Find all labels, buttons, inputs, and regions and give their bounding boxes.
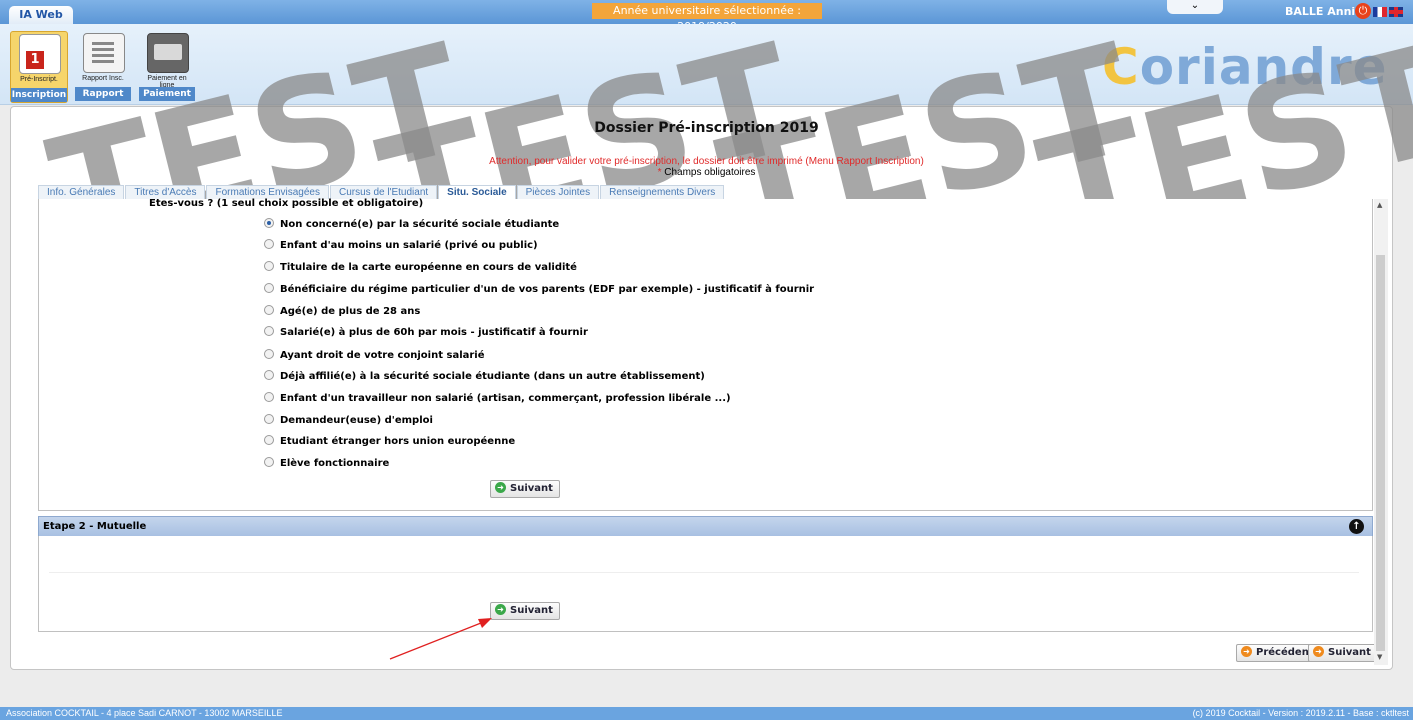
footer-version: (c) 2019 Cocktail - Version : 2019.2.11 … <box>1192 708 1409 718</box>
footer: Association COCKTAIL - 4 place Sadi CARN… <box>0 707 1413 720</box>
footer-address: Association COCKTAIL - 4 place Sadi CARN… <box>6 708 283 718</box>
annotation-arrow <box>389 618 492 660</box>
